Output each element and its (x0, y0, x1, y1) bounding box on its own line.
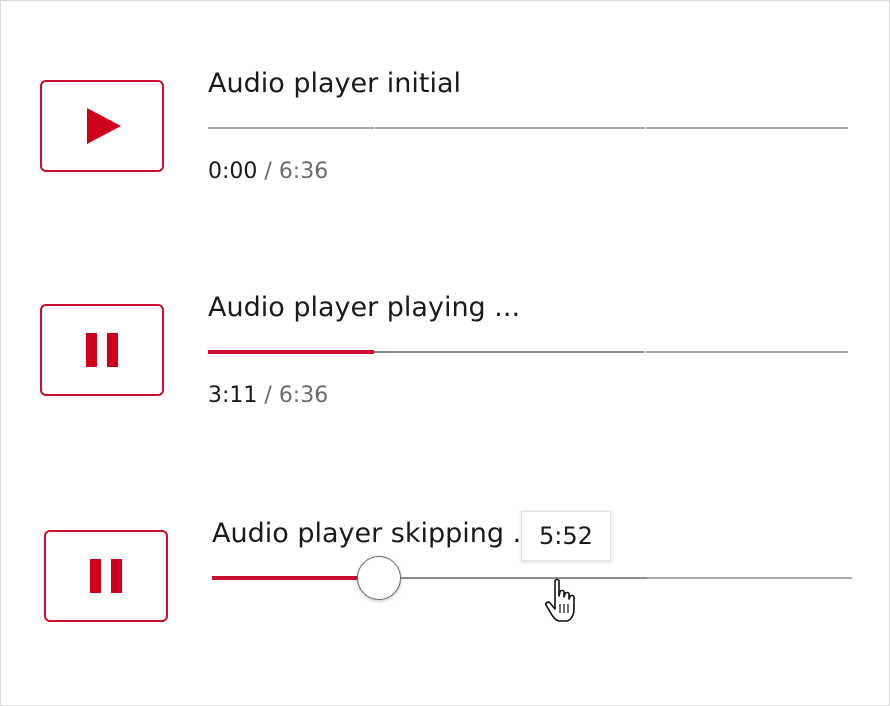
player-title: Audio player playing ... (208, 292, 521, 323)
time-separator: / (257, 159, 279, 184)
pause-button[interactable] (44, 530, 168, 622)
current-time: 0:00 (208, 159, 258, 184)
hand-pointer-icon (543, 578, 583, 628)
pause-button[interactable] (40, 304, 164, 396)
time-display: 3:11 / 6:36 (208, 383, 328, 409)
track-segment-divider (645, 350, 646, 354)
play-icon (87, 108, 121, 144)
progress-bar (212, 576, 379, 580)
play-button[interactable] (40, 80, 164, 172)
duration: 6:36 (278, 159, 329, 184)
progress-bar (208, 350, 375, 354)
track-segment-divider (645, 126, 646, 130)
player-title: Audio player initial (208, 68, 462, 99)
pause-icon (86, 333, 118, 367)
track-segment-divider (374, 126, 375, 130)
seek-time-tooltip: 5:52 (521, 511, 611, 561)
seek-handle[interactable] (357, 556, 401, 600)
pause-icon (90, 559, 122, 593)
progress-track[interactable] (208, 126, 848, 130)
progress-track[interactable] (212, 576, 852, 580)
progress-track[interactable] (208, 350, 848, 354)
time-display: 0:00 / 6:36 (208, 159, 328, 185)
time-separator: / (257, 383, 279, 408)
player-title: Audio player skipping ... (212, 518, 539, 549)
current-time: 3:11 (208, 383, 258, 408)
duration: 6:36 (278, 383, 329, 408)
